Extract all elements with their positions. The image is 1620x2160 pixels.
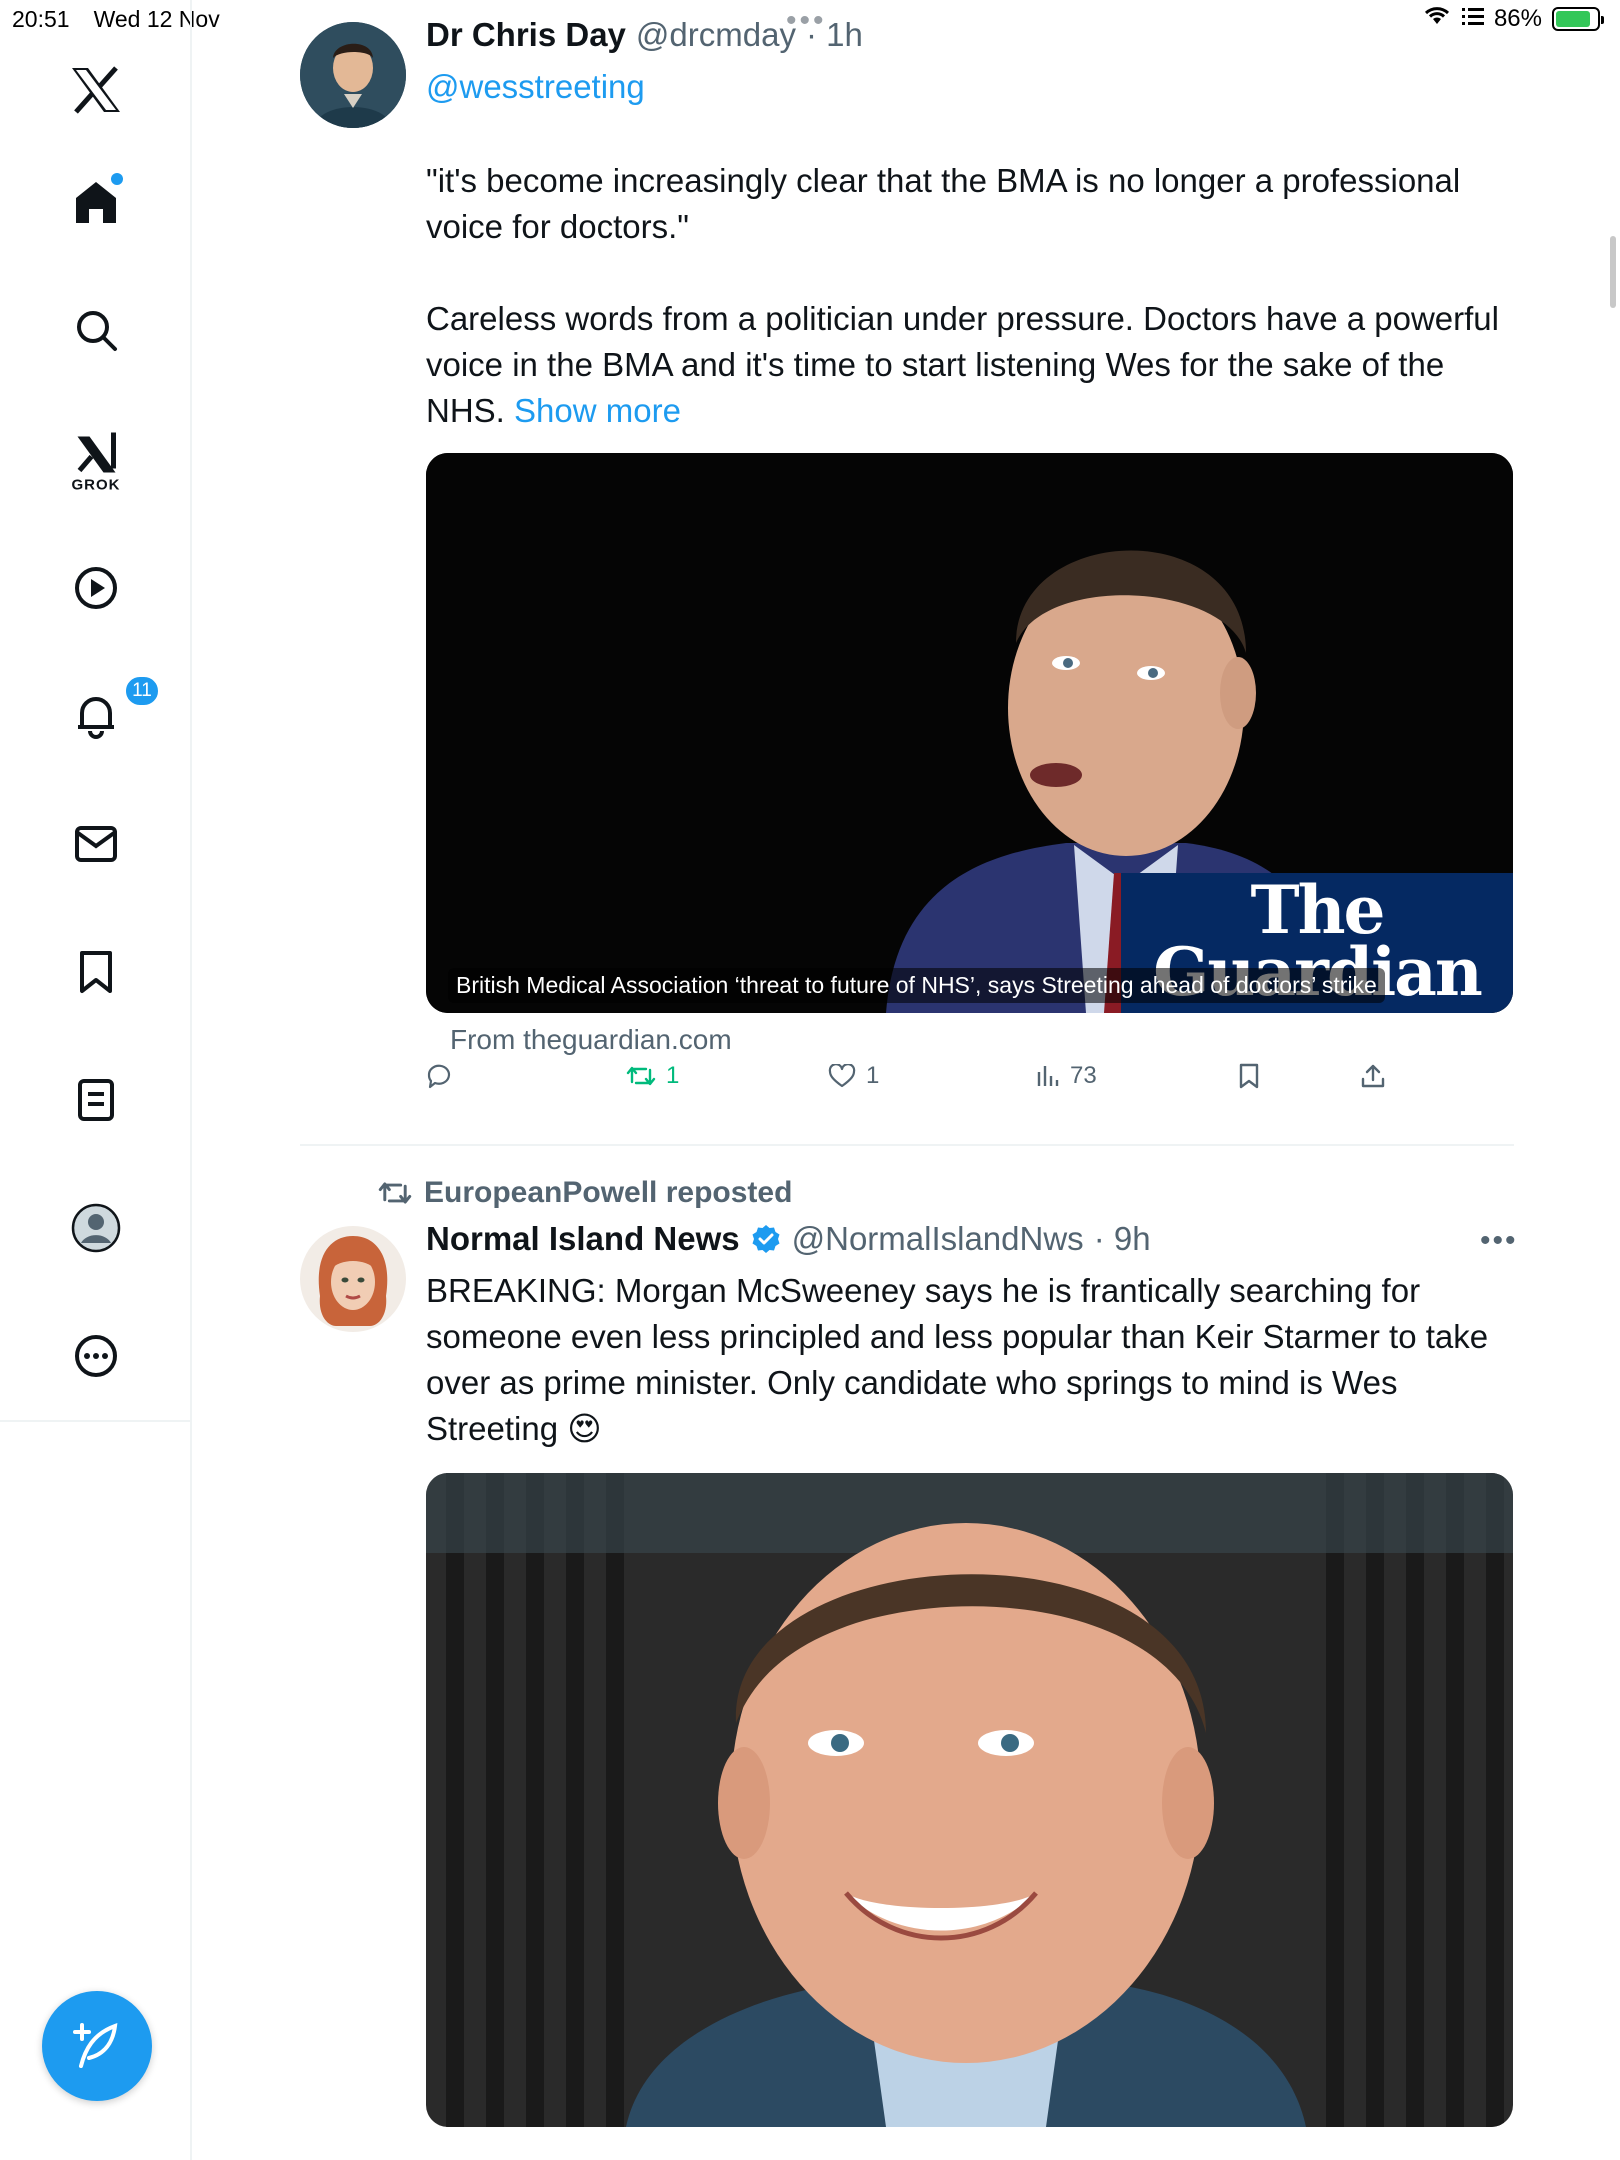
reply-to-link[interactable]: @wesstreeting xyxy=(426,64,645,110)
handle[interactable]: @drcmday xyxy=(636,16,796,54)
like-count: 1 xyxy=(866,1062,880,1089)
share-icon xyxy=(1361,1064,1385,1088)
display-name[interactable]: Dr Chris Day xyxy=(426,16,626,54)
compose-icon xyxy=(73,2023,118,2068)
x-logo-icon[interactable] xyxy=(70,66,122,114)
views-count: 73 xyxy=(1070,1062,1097,1089)
card-source[interactable]: From theguardian.com xyxy=(450,1024,732,1056)
reply-button[interactable] xyxy=(426,1063,452,1089)
mail-icon[interactable] xyxy=(74,825,118,863)
heart-icon xyxy=(828,1064,856,1088)
link-card[interactable]: TheGuardian British Medical Association … xyxy=(426,453,1513,1013)
repost-icon xyxy=(378,1182,412,1204)
battery-icon xyxy=(1552,6,1604,31)
repost-button[interactable]: 1 xyxy=(626,1062,679,1090)
photo-image xyxy=(426,1473,1513,2127)
views-button[interactable]: 73 xyxy=(1036,1062,1097,1090)
like-button[interactable]: 1 xyxy=(828,1062,879,1090)
profile-icon[interactable] xyxy=(71,1203,121,1253)
tweet-divider xyxy=(300,1144,1514,1146)
home-unread-dot xyxy=(111,173,123,185)
show-more-link[interactable]: Show more xyxy=(514,392,681,429)
timestamp[interactable]: · 1h xyxy=(806,16,863,54)
sidebar: GROK 11 xyxy=(0,0,192,2160)
sidebar-divider xyxy=(0,1420,192,1422)
repost-count: 1 xyxy=(666,1062,680,1089)
reply-icon xyxy=(427,1064,451,1089)
guardian-logo-line1: The xyxy=(1250,871,1385,949)
tweet-text-p2: Careless words from a politician under p… xyxy=(426,296,1516,434)
search-icon[interactable] xyxy=(74,308,118,352)
repost-by: EuropeanPowell reposted xyxy=(424,1176,793,1209)
bookmark-icon[interactable] xyxy=(78,950,114,994)
verified-badge-icon xyxy=(752,1225,780,1253)
display-name[interactable]: Normal Island News xyxy=(426,1220,740,1258)
focus-icon xyxy=(1461,5,1484,33)
repost-icon xyxy=(626,1066,656,1086)
tweet-header: Dr Chris Day @drcmday · 1h xyxy=(426,16,863,54)
video-icon[interactable] xyxy=(73,565,119,611)
card-caption: British Medical Association ‘threat to f… xyxy=(448,968,1385,1003)
notifications-badge: 11 xyxy=(124,675,160,707)
lists-icon[interactable] xyxy=(77,1078,115,1122)
tweet-more-icon[interactable]: ••• xyxy=(1480,1224,1518,1258)
wifi-icon xyxy=(1422,4,1452,33)
tweet-header: Normal Island News @NormalIslandNws · 9h xyxy=(426,1220,1151,1258)
battery-percent: 86% xyxy=(1493,4,1542,32)
compose-button[interactable] xyxy=(42,1991,152,2101)
status-bar-right: 86% xyxy=(1422,4,1604,33)
repost-indicator[interactable]: EuropeanPowell reposted xyxy=(378,1176,792,1210)
bookmark-button[interactable] xyxy=(1238,1063,1260,1089)
bell-icon[interactable]: 11 xyxy=(74,675,160,739)
views-icon xyxy=(1037,1066,1059,1086)
avatar[interactable] xyxy=(300,22,406,128)
grok-label: GROK xyxy=(71,476,121,494)
tweet-photo[interactable] xyxy=(426,1473,1513,2127)
home-icon[interactable] xyxy=(73,173,123,225)
tweet-text: BREAKING: Morgan McSweeney says he is fr… xyxy=(426,1272,1489,1447)
scrollbar[interactable] xyxy=(1610,236,1616,308)
bookmark-icon xyxy=(1239,1063,1259,1089)
tweet-text-p1: "it's become increasingly clear that the… xyxy=(426,162,1461,245)
grok-icon[interactable]: GROK xyxy=(72,431,121,494)
handle[interactable]: @NormalIslandNws xyxy=(792,1220,1084,1258)
timestamp[interactable]: · 9h xyxy=(1094,1220,1151,1258)
avatar[interactable] xyxy=(300,1226,406,1332)
share-button[interactable] xyxy=(1360,1063,1386,1089)
more-icon[interactable] xyxy=(73,1333,119,1379)
